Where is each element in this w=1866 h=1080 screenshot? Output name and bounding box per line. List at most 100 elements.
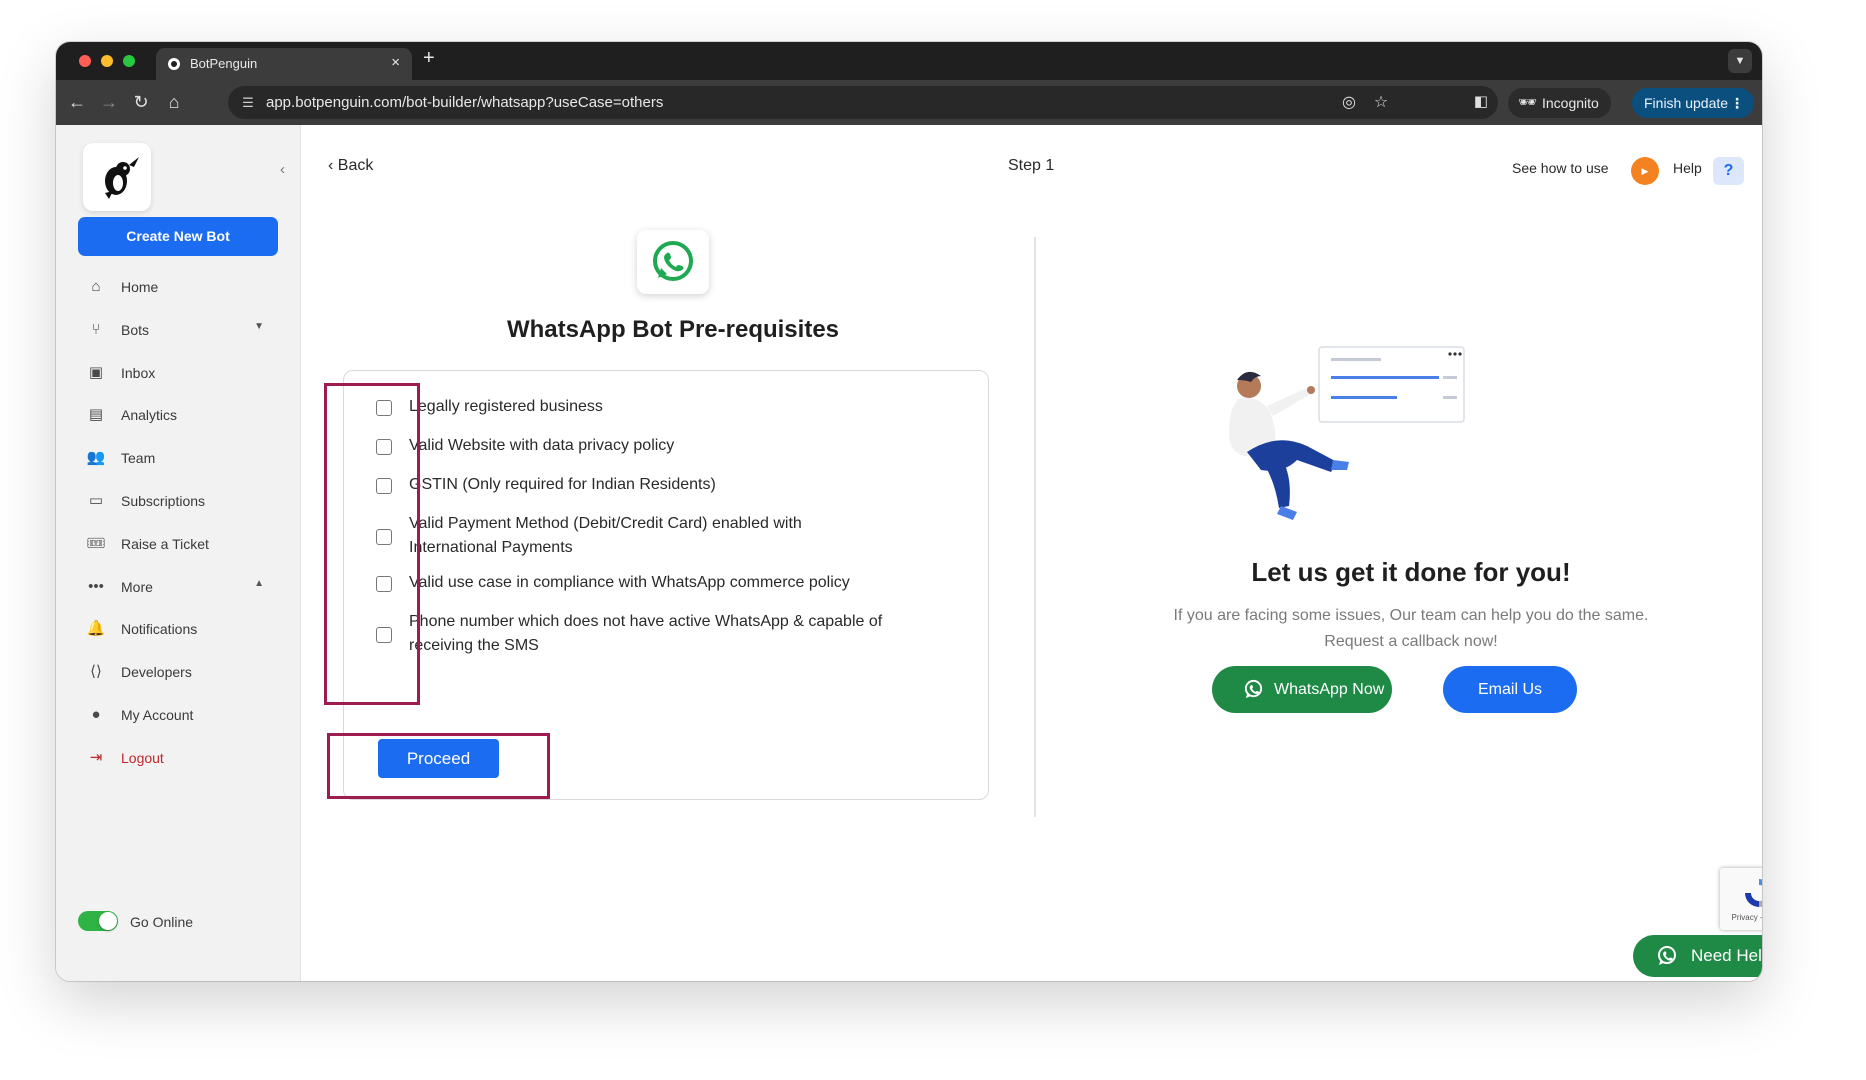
maximize-window-button[interactable] [123, 55, 135, 67]
code-icon: ⟨⟩ [90, 663, 102, 680]
see-how-to-use-link[interactable]: See how to use [1512, 160, 1609, 176]
sidebar-item-label: Team [121, 450, 156, 466]
sidebar-item-team[interactable]: 👥 Team [78, 441, 278, 475]
sidebar-item-subscriptions[interactable]: ▭ Subscriptions [78, 484, 278, 518]
sidebar-item-notifications[interactable]: 🔔 Notifications [78, 612, 278, 646]
subscriptions-icon: ▭ [88, 492, 104, 509]
kebab-menu-icon: ⋮ [1730, 95, 1744, 111]
whatsapp-now-label: WhatsApp Now [1274, 681, 1385, 698]
sidebar-item-bots[interactable]: ⑂ Bots ▼ [78, 313, 278, 347]
sidebar-item-label: Analytics [121, 407, 178, 423]
help-panel-subtitle: If you are facing some issues, Our team … [1061, 603, 1761, 655]
caret-up-icon: ▲ [254, 578, 264, 589]
sidebar-item-label: Bots [121, 322, 150, 338]
back-button[interactable]: ‹ Back [328, 157, 373, 175]
sidebar-item-my-account[interactable]: ● My Account [78, 698, 278, 732]
close-window-button[interactable] [79, 55, 91, 67]
tab-search-chevron-icon[interactable]: ▼ [1728, 49, 1752, 73]
sidebar-item-label: Inbox [121, 365, 156, 381]
step-indicator: Step 1 [1008, 157, 1055, 174]
help-question-icon[interactable]: ? [1713, 157, 1744, 185]
prerequisite-text: Valid Payment Method (Debit/Credit Card)… [409, 515, 802, 556]
botpenguin-logo[interactable] [83, 143, 151, 211]
collapse-sidebar-icon[interactable]: ‹ [280, 161, 285, 178]
sidebar-item-inbox[interactable]: ▣ Inbox [78, 356, 278, 390]
minimize-window-button[interactable] [101, 55, 113, 67]
proceed-highlight-box [327, 733, 550, 799]
go-online-toggle[interactable] [78, 911, 118, 931]
sidebar-item-label: Notifications [121, 621, 198, 637]
ticket-icon: 🎟 [86, 535, 106, 552]
analytics-icon: ▤ [88, 406, 104, 423]
tab-close-icon[interactable]: × [391, 54, 400, 71]
help-panel-subtitle-line: If you are facing some issues, Our team … [1173, 607, 1649, 624]
penguin-favicon-icon [168, 58, 180, 70]
go-online-label: Go Online [130, 914, 194, 930]
play-video-icon[interactable]: ▶ [1631, 157, 1659, 185]
bots-icon: ⑂ [91, 321, 101, 338]
bell-icon: 🔔 [86, 620, 106, 637]
forward-arrow-icon[interactable]: → [97, 90, 121, 114]
prerequisite-text: GSTIN (Only required for Indian Resident… [409, 476, 716, 493]
sidebar-item-developers[interactable]: ⟨⟩ Developers [78, 655, 278, 689]
logout-icon: ⇥ [89, 749, 103, 766]
back-label: Back [337, 157, 374, 174]
penguin-logo-icon [105, 157, 139, 199]
prerequisite-text: Valid use case in compliance with WhatsA… [409, 574, 850, 591]
help-link[interactable]: Help [1673, 160, 1702, 176]
more-icon: ••• [88, 578, 104, 595]
sidebar-item-label: Subscriptions [121, 493, 206, 509]
finish-update-button[interactable]: Finish update ⋮ [1632, 88, 1754, 118]
help-panel-subtitle-line: Request a callback now! [1324, 633, 1498, 650]
side-panel-icon[interactable]: ◧ [1470, 91, 1492, 113]
person-illustration [1229, 346, 1465, 520]
sidebar: ‹ Create New Bot ⌂ Home ⑂ Bots ▼ ▣ Inbox… [56, 125, 301, 981]
need-help-label: Need Help? [1691, 946, 1762, 965]
sidebar-item-more[interactable]: ••• More ▲ [78, 570, 278, 604]
back-arrow-icon[interactable]: ← [65, 90, 89, 114]
help-panel-title: Let us get it done for you! [1251, 557, 1571, 587]
prerequisite-text: Valid Website with data privacy policy [409, 437, 675, 454]
sidebar-item-home[interactable]: ⌂ Home [78, 270, 278, 304]
finish-update-label: Finish update [1644, 95, 1729, 111]
sidebar-item-analytics[interactable]: ▤ Analytics [78, 398, 278, 432]
whatsapp-icon [1244, 679, 1263, 699]
address-bar[interactable]: ☰ app.botpenguin.com/bot-builder/whatsap… [228, 86, 1498, 119]
recaptcha-badge[interactable]: Privacy - Terms [1720, 868, 1762, 930]
need-help-button[interactable]: Need Help? [1633, 935, 1762, 977]
eye-off-icon[interactable]: ◎ [1338, 92, 1360, 114]
checkbox-highlight-box [324, 383, 420, 705]
team-icon: 👥 [86, 449, 106, 466]
prerequisite-text: Legally registered business [409, 398, 603, 415]
email-us-button[interactable]: Email Us [1443, 666, 1577, 713]
browser-tab[interactable]: BotPenguin × [156, 48, 412, 80]
create-new-bot-button[interactable]: Create New Bot [78, 217, 278, 256]
url-text[interactable]: app.botpenguin.com/bot-builder/whatsapp?… [266, 94, 663, 111]
sidebar-item-label: Developers [121, 664, 192, 680]
home-browser-icon[interactable]: ⌂ [162, 90, 186, 114]
main-content: ‹ Back Step 1 See how to use ▶ Help ? Wh… [301, 125, 1762, 981]
sidebar-item-label: Logout [121, 750, 164, 766]
browser-window: BotPenguin × + ▼ ← → ↻ ⌂ ☰ app.botpengui… [56, 42, 1762, 981]
incognito-label: Incognito [1542, 95, 1599, 111]
caret-down-icon: ▼ [254, 321, 264, 332]
sidebar-item-label: My Account [121, 707, 194, 723]
sidebar-item-label: Home [121, 279, 159, 295]
whatsapp-icon [1658, 946, 1676, 965]
whatsapp-logo [637, 230, 709, 294]
chevron-left-icon: ‹ [328, 157, 334, 174]
bookmark-star-icon[interactable]: ☆ [1370, 92, 1392, 114]
recaptcha-privacy-terms[interactable]: Privacy - Terms [1720, 913, 1762, 922]
incognito-badge[interactable]: 🕶 Incognito [1508, 88, 1611, 118]
sidebar-item-label: More [121, 579, 153, 595]
sidebar-item-logout[interactable]: ⇥ Logout [78, 741, 278, 775]
prerequisite-text: Phone number which does not have active … [409, 613, 883, 654]
sidebar-item-raise-ticket[interactable]: 🎟 Raise a Ticket [78, 527, 278, 561]
recaptcha-icon [1745, 879, 1762, 907]
reload-icon[interactable]: ↻ [129, 90, 153, 114]
site-settings-icon[interactable]: ☰ [238, 93, 258, 113]
sidebar-item-label: Raise a Ticket [121, 536, 209, 552]
whatsapp-now-button[interactable]: WhatsApp Now [1212, 666, 1392, 713]
account-icon: ● [91, 706, 101, 723]
new-tab-button[interactable]: + [423, 47, 435, 70]
